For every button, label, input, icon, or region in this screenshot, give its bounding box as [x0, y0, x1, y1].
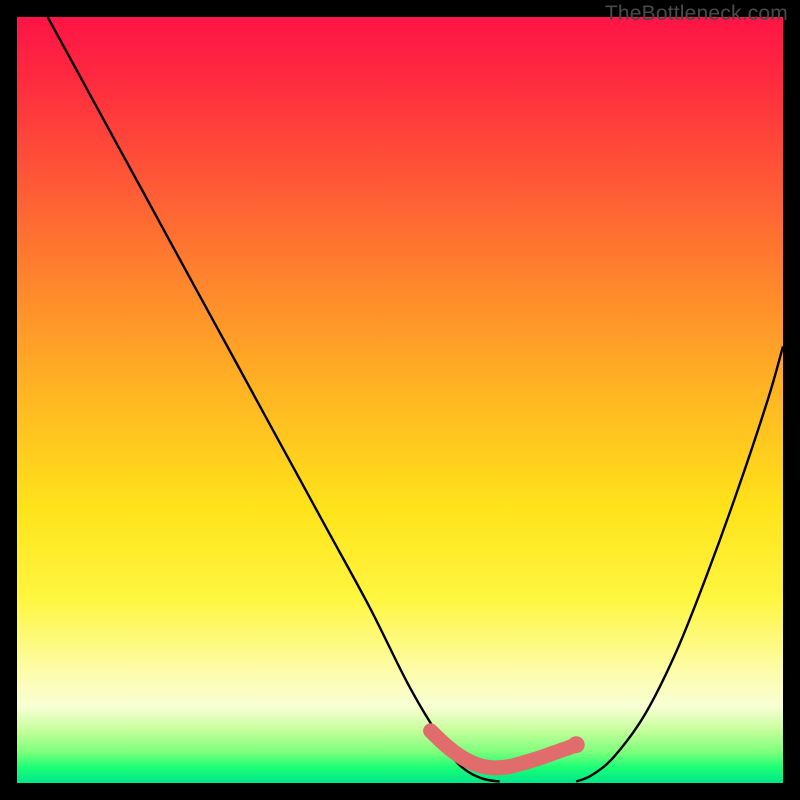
chart-container: TheBottleneck.com: [0, 0, 800, 800]
chart-svg: [17, 17, 783, 783]
marker-dot: [568, 736, 585, 753]
bottom-band: [431, 731, 577, 768]
left-curve: [48, 17, 500, 782]
right-curve: [576, 346, 783, 781]
plot-area: [17, 17, 783, 783]
